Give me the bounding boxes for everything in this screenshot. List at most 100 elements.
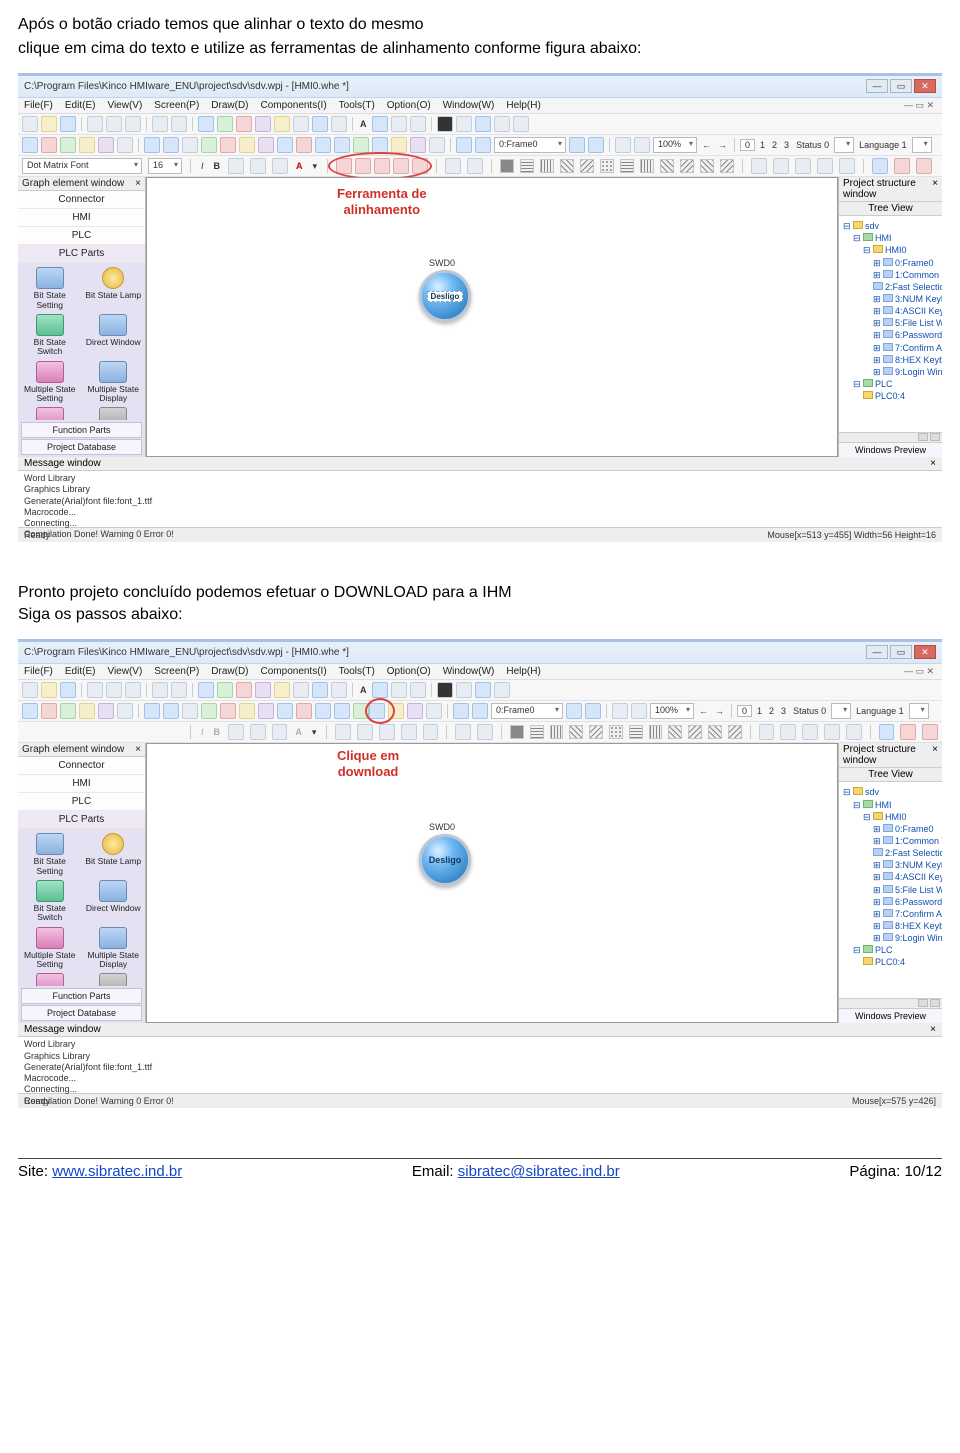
close-button[interactable]: ✕ <box>914 645 936 659</box>
tool-icon[interactable] <box>250 724 266 740</box>
compile-icon[interactable] <box>353 137 369 153</box>
menu-view[interactable]: View(V) <box>107 100 142 111</box>
tool-icon[interactable] <box>144 703 160 719</box>
tool-icon[interactable] <box>407 703 423 719</box>
tool-icon[interactable] <box>494 682 510 698</box>
site-link[interactable]: www.sibratec.ind.br <box>52 1163 182 1180</box>
tool-icon[interactable] <box>372 116 388 132</box>
line-icon[interactable] <box>839 158 855 174</box>
tool-icon[interactable] <box>494 116 510 132</box>
nav-first-icon[interactable] <box>456 137 472 153</box>
tool-icon[interactable] <box>312 682 328 698</box>
tool-icon[interactable] <box>331 116 347 132</box>
email-link[interactable]: sibratec@sibratec.ind.br <box>458 1163 620 1180</box>
tool-icon[interactable] <box>79 137 95 153</box>
tool-icon[interactable] <box>900 724 916 740</box>
round-button[interactable]: Desligo <box>419 270 471 322</box>
tool-icon[interactable] <box>391 682 407 698</box>
zoom-out-icon[interactable] <box>634 137 650 153</box>
status-spin[interactable] <box>834 137 854 153</box>
palette-item[interactable]: Multiple State Setting <box>20 927 80 970</box>
panel-close-icon[interactable]: × <box>135 178 141 189</box>
menu-components[interactable]: Components(I) <box>261 100 327 111</box>
tool-icon[interactable] <box>429 137 445 153</box>
project-db-button[interactable]: Project Database <box>21 439 142 455</box>
palette-item[interactable]: Bit State Switch <box>20 880 80 923</box>
tool-icon[interactable] <box>117 703 133 719</box>
side-item-hmi[interactable]: HMI <box>18 775 145 793</box>
tool-icon[interactable] <box>894 158 910 174</box>
palette-item[interactable]: Bit State Lamp <box>84 833 144 876</box>
lang-spin[interactable] <box>912 137 932 153</box>
align-left-icon[interactable] <box>228 158 244 174</box>
tool-icon[interactable] <box>391 137 407 153</box>
tool-icon[interactable] <box>125 682 141 698</box>
panel-close-icon[interactable]: × <box>932 744 938 766</box>
tool-icon[interactable] <box>220 137 236 153</box>
tool-icon[interactable] <box>277 703 293 719</box>
tool-icon[interactable] <box>467 158 483 174</box>
tool-icon[interactable] <box>513 116 529 132</box>
tool-icon[interactable] <box>475 682 491 698</box>
pattern-icon[interactable] <box>520 159 534 173</box>
menu-screen[interactable]: Screen(P) <box>154 100 199 111</box>
tool-icon[interactable] <box>334 137 350 153</box>
tool-icon[interactable] <box>631 703 647 719</box>
menu-draw[interactable]: Draw(D) <box>211 666 248 677</box>
tool-icon[interactable] <box>585 703 601 719</box>
tool-icon[interactable] <box>759 724 775 740</box>
align-vdist-icon[interactable] <box>412 158 428 174</box>
tool-icon[interactable] <box>152 682 168 698</box>
italic-icon[interactable]: I <box>199 161 206 171</box>
menu-edit[interactable]: Edit(E) <box>65 666 96 677</box>
menu-option[interactable]: Option(O) <box>387 100 431 111</box>
palette-bit-switch[interactable]: Bit State Switch <box>20 314 80 357</box>
side-item-connector[interactable]: Connector <box>18 191 145 209</box>
tool-icon[interactable] <box>198 116 214 132</box>
project-tree[interactable]: ⊟ sdv ⊟ HMI ⊟ HMI0 ⊞ 0:Frame0 ⊞ 1:Common… <box>839 216 942 432</box>
align-top-icon[interactable] <box>336 158 352 174</box>
tool-icon[interactable] <box>87 682 103 698</box>
tool-icon[interactable] <box>228 724 244 740</box>
pattern-icon[interactable] <box>600 159 614 173</box>
frame-select[interactable]: 0:Frame0 <box>491 703 563 719</box>
function-parts-button[interactable]: Function Parts <box>21 422 142 438</box>
fill-icon[interactable] <box>437 116 453 132</box>
panel-close-icon[interactable]: × <box>930 1024 936 1035</box>
pattern-icon[interactable] <box>680 159 694 173</box>
text-A[interactable]: A <box>358 119 369 129</box>
palette-item[interactable]: Direct Window <box>84 880 144 923</box>
copy-icon[interactable] <box>106 116 122 132</box>
line-icon[interactable] <box>795 158 811 174</box>
palette-mstate-disp[interactable]: Multiple State Display <box>84 361 144 404</box>
state-1[interactable]: 1 <box>758 140 767 150</box>
side-item-plc[interactable]: PLC <box>18 793 145 811</box>
tool-icon[interactable] <box>437 682 453 698</box>
tool-icon[interactable] <box>272 724 288 740</box>
tree-scrollbar[interactable] <box>839 998 942 1008</box>
project-tree[interactable]: ⊟ sdv ⊟ HMI ⊟ HMI0 ⊞ 0:Frame0 ⊞ 1:Common… <box>839 782 942 998</box>
pattern-icon[interactable] <box>580 159 594 173</box>
close-button[interactable]: ✕ <box>914 79 936 93</box>
tool-icon[interactable] <box>22 682 38 698</box>
pattern-icon[interactable] <box>720 159 734 173</box>
design-canvas[interactable]: Ferramenta de alinhamento SWD0 Desligo <box>146 177 838 457</box>
save-icon[interactable] <box>60 116 76 132</box>
tool-icon[interactable] <box>453 703 469 719</box>
menu-tools[interactable]: Tools(T) <box>339 666 375 677</box>
line-icon[interactable] <box>773 158 789 174</box>
tool-icon[interactable] <box>293 682 309 698</box>
menu-components[interactable]: Components(I) <box>261 666 327 677</box>
tool-icon[interactable] <box>182 703 198 719</box>
maximize-button[interactable]: ▭ <box>890 79 912 93</box>
tool-icon[interactable] <box>455 724 471 740</box>
tool-icon[interactable] <box>312 116 328 132</box>
round-button[interactable]: Desligo <box>419 834 471 886</box>
tool-icon[interactable] <box>335 724 351 740</box>
side-item-plcparts[interactable]: PLC Parts <box>18 245 145 263</box>
maximize-button[interactable]: ▭ <box>890 645 912 659</box>
undo-icon[interactable] <box>152 116 168 132</box>
tool-icon[interactable] <box>22 137 38 153</box>
tool-icon[interactable] <box>802 724 818 740</box>
align-right-icon[interactable] <box>272 158 288 174</box>
